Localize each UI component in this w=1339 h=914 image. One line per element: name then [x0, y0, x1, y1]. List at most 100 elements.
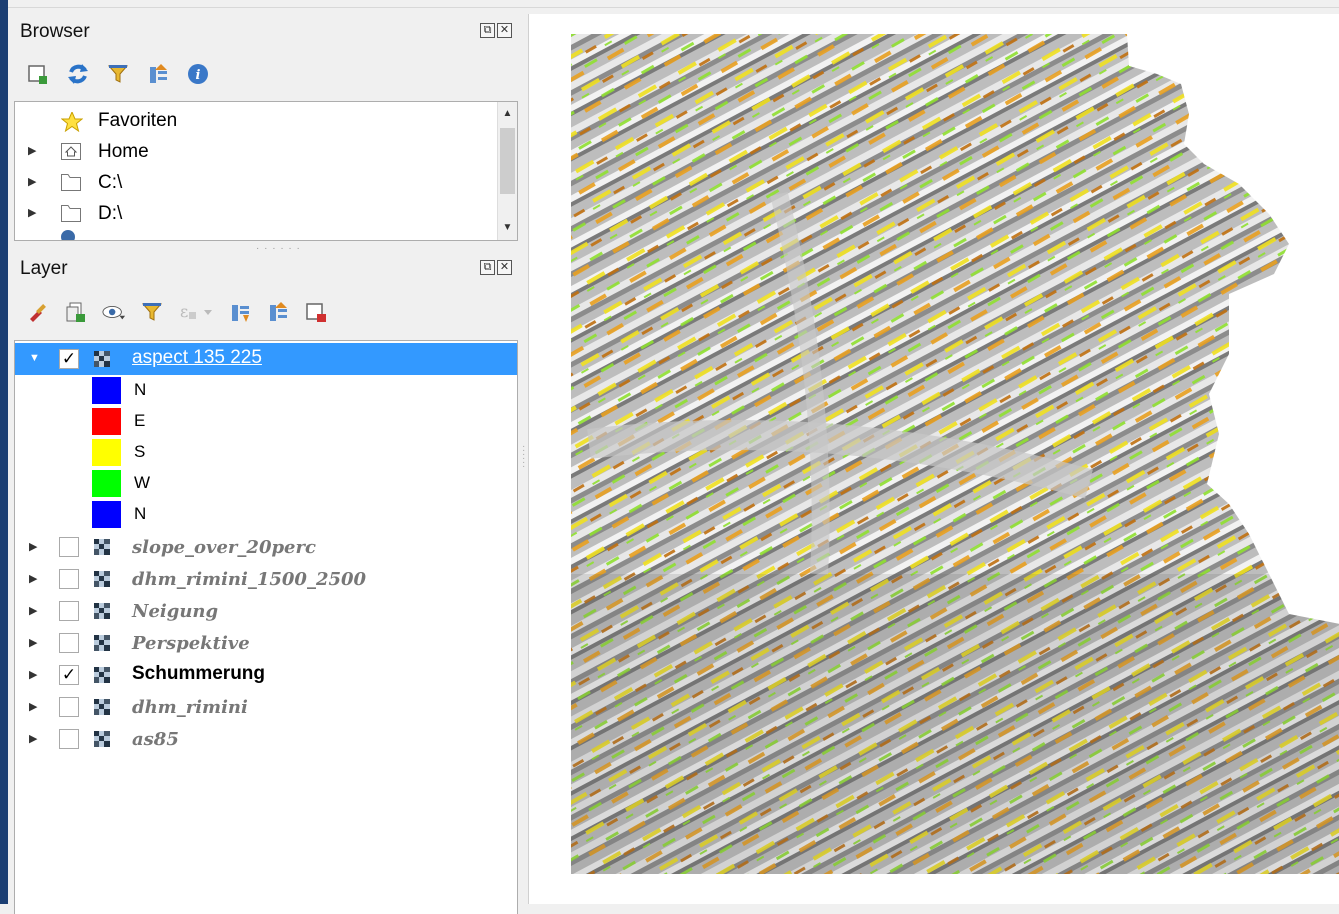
browser-panel-controls: ⧉ ✕ — [480, 23, 512, 38]
layer-visibility-checkbox[interactable] — [59, 697, 79, 717]
layer-panel-title: Layer — [20, 258, 68, 279]
layer-name: slope_over_20perc — [132, 537, 316, 558]
layer-visibility-checkbox[interactable]: ✓ — [59, 349, 79, 369]
layer-name: dhm_rimini_1500_2500 — [132, 569, 367, 590]
legend-swatch — [92, 470, 121, 497]
legend-label: N — [134, 504, 147, 523]
svg-text:ε: ε — [180, 302, 188, 321]
undock-icon[interactable]: ⧉ — [480, 23, 495, 38]
browser-toolbar: i — [26, 58, 210, 90]
layer-row[interactable]: ▶ Neigung — [15, 595, 517, 627]
layer-name: Perspektive — [132, 633, 250, 654]
folder-icon — [61, 205, 81, 222]
dock-resize-handle[interactable]: · · · · · · — [522, 442, 525, 472]
style-icon[interactable] — [26, 300, 50, 324]
legend-item: E — [15, 406, 517, 437]
legend-label: S — [134, 442, 146, 461]
window-edge — [0, 0, 8, 904]
layer-row[interactable]: ▶ dhm_rimini — [15, 691, 517, 723]
scroll-down-icon[interactable]: ▼ — [498, 218, 517, 238]
legend-swatch — [92, 408, 121, 435]
filter-icon[interactable] — [140, 300, 164, 324]
expand-arrow-icon[interactable]: ▶ — [29, 540, 37, 553]
layer-visibility-checkbox[interactable] — [59, 537, 79, 557]
browser-item-label: Home — [98, 141, 149, 162]
browser-item-d-drive[interactable]: ▶ D:\ — [15, 198, 517, 229]
layer-name: aspect 135 225 — [132, 347, 262, 368]
expand-arrow-icon[interactable]: ▶ — [29, 732, 37, 745]
map-canvas[interactable] — [528, 14, 1339, 904]
layer-panel-controls: ⧉ ✕ — [480, 260, 512, 275]
legend-label: W — [134, 473, 151, 492]
expand-arrow-icon[interactable]: ▶ — [28, 175, 36, 188]
layer-visibility-checkbox[interactable] — [59, 601, 79, 621]
layer-row[interactable]: ▶ dhm_rimini_1500_2500 — [15, 563, 517, 595]
layer-row[interactable]: ▶ Perspektive — [15, 627, 517, 659]
layer-row-aspect[interactable]: ▼ ✓ aspect 135 225 — [15, 343, 517, 375]
legend-label: E — [134, 411, 146, 430]
scroll-thumb[interactable] — [500, 128, 515, 194]
raster-layer-icon — [94, 635, 110, 651]
browser-scrollbar[interactable]: ▲ ▼ — [497, 102, 517, 240]
browser-item-favoriten[interactable]: Favoriten — [15, 105, 517, 136]
browser-tree: Favoriten ▶ Home ▶ C:\ ▶ D:\ ▲ ▼ — [14, 101, 518, 241]
visibility-icon[interactable] — [102, 300, 126, 324]
browser-panel-title: Browser — [20, 21, 90, 42]
raster-layer-icon — [94, 539, 110, 555]
raster-layer-icon — [94, 667, 110, 683]
legend-item: N — [15, 375, 517, 406]
browser-panel-header: Browser ⧉ ✕ — [12, 10, 520, 44]
filter-icon[interactable] — [106, 62, 130, 86]
legend-label: N — [134, 380, 147, 399]
add-layer-icon[interactable] — [26, 62, 50, 86]
close-icon[interactable]: ✕ — [497, 23, 512, 38]
layer-visibility-checkbox[interactable] — [59, 633, 79, 653]
expand-arrow-icon[interactable]: ▶ — [28, 206, 36, 219]
collapse-arrow-icon[interactable]: ▼ — [29, 352, 40, 364]
layer-name: Schummerung — [132, 663, 266, 684]
layer-row[interactable]: ▶ as85 — [15, 723, 517, 755]
browser-item-c-drive[interactable]: ▶ C:\ — [15, 167, 517, 198]
raster-layer-icon — [94, 603, 110, 619]
browser-item-label: D:\ — [98, 203, 123, 224]
legend-item: S — [15, 437, 517, 468]
undock-icon[interactable]: ⧉ — [480, 260, 495, 275]
layer-name: dhm_rimini — [132, 697, 248, 718]
layer-visibility-checkbox[interactable] — [59, 729, 79, 749]
layer-toolbar: ε — [26, 296, 328, 328]
home-folder-icon — [61, 143, 81, 160]
svg-text:i: i — [196, 68, 201, 83]
expression-filter-icon[interactable]: ε — [178, 300, 214, 324]
expand-arrow-icon[interactable]: ▶ — [29, 700, 37, 713]
legend-swatch — [92, 439, 121, 466]
layer-row[interactable]: ▶ ✓ Schummerung — [15, 659, 517, 691]
expand-arrow-icon[interactable]: ▶ — [29, 668, 37, 681]
layer-name: Neigung — [132, 601, 219, 622]
legend-item: N — [15, 499, 517, 530]
remove-layer-icon[interactable] — [304, 300, 328, 324]
expand-arrow-icon[interactable]: ▶ — [29, 604, 37, 617]
info-icon[interactable]: i — [186, 62, 210, 86]
legend-swatch — [92, 377, 121, 404]
layer-visibility-checkbox[interactable] — [59, 569, 79, 589]
close-icon[interactable]: ✕ — [497, 260, 512, 275]
add-group-icon[interactable] — [64, 300, 88, 324]
browser-item-home[interactable]: ▶ Home — [15, 136, 517, 167]
layer-row[interactable]: ▶ slope_over_20perc — [15, 531, 517, 563]
top-strip — [8, 0, 1339, 8]
star-icon — [60, 110, 84, 133]
terrain-raster — [571, 34, 1339, 874]
browser-item-label: Favoriten — [98, 110, 178, 131]
raster-layer-icon — [94, 699, 110, 715]
expand-all-icon[interactable] — [228, 300, 252, 324]
refresh-icon[interactable] — [66, 62, 90, 86]
scroll-up-icon[interactable]: ▲ — [498, 104, 517, 124]
expand-arrow-icon[interactable]: ▶ — [29, 572, 37, 585]
expand-arrow-icon[interactable]: ▶ — [28, 144, 36, 157]
collapse-all-icon[interactable] — [146, 62, 170, 86]
collapse-all-icon[interactable] — [266, 300, 290, 324]
expand-arrow-icon[interactable]: ▶ — [29, 636, 37, 649]
raster-layer-icon — [94, 351, 110, 367]
layer-visibility-checkbox[interactable]: ✓ — [59, 665, 79, 685]
layer-panel-header: Layer ⧉ ✕ — [12, 247, 520, 281]
